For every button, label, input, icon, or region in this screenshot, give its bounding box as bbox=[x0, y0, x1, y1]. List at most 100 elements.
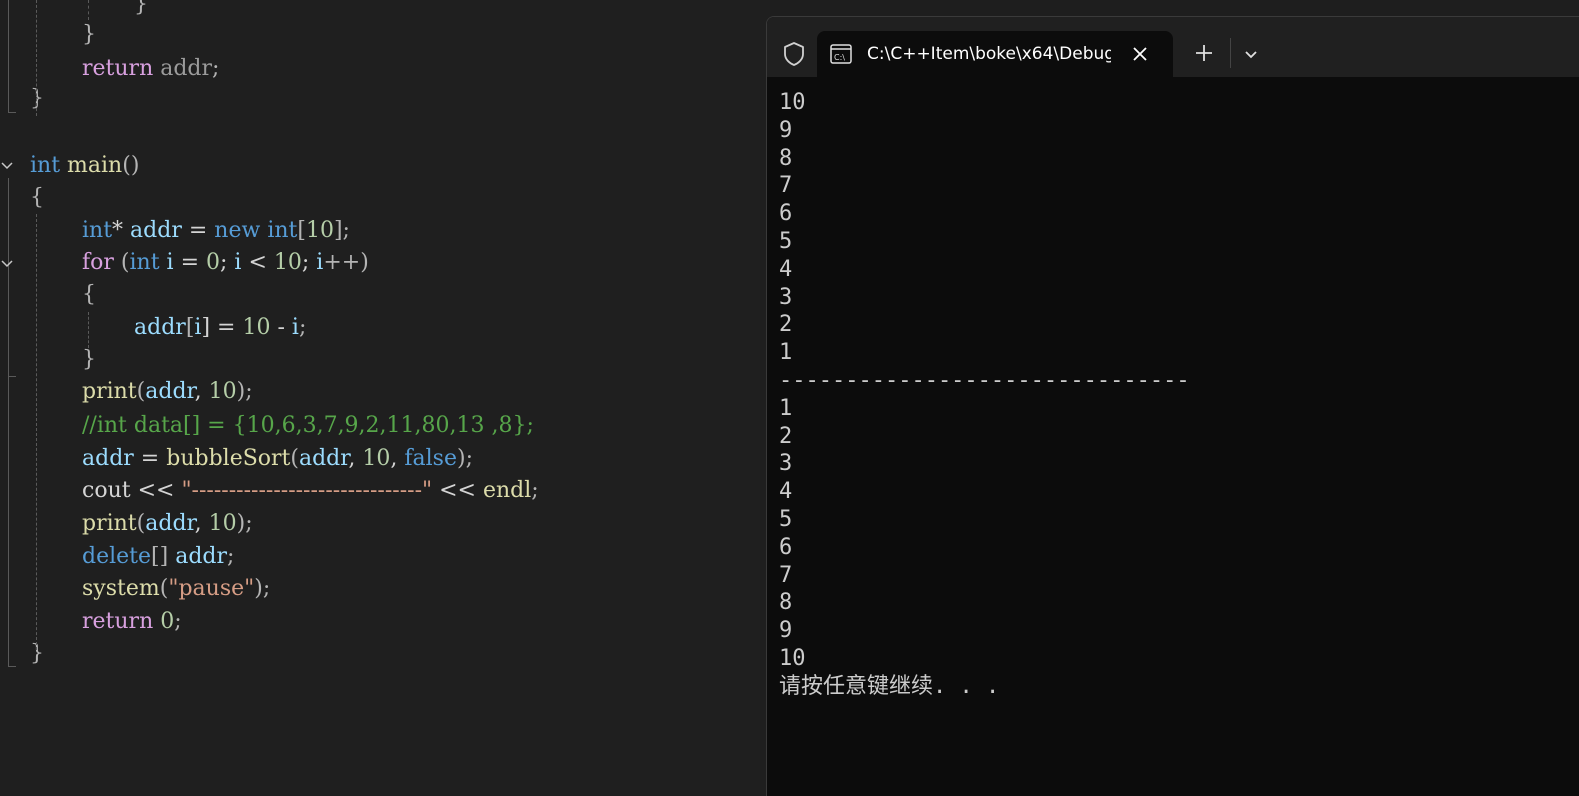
code-line: cout << "-------------------------------… bbox=[82, 475, 539, 507]
console-output[interactable]: 10 9 8 7 6 5 4 3 2 1 -----------------------------… bbox=[779, 89, 1569, 701]
code-line: addr = bubbleSort(addr, 10, false); bbox=[82, 443, 473, 475]
terminal-tab[interactable]: C:\ C:\C++Item\boke\x64\Debug\ bbox=[817, 31, 1173, 77]
code-token: ); bbox=[254, 576, 271, 601]
console-line: 3 bbox=[779, 451, 793, 477]
code-token: delete bbox=[82, 544, 152, 569]
console-line: 5 bbox=[779, 506, 793, 532]
console-line: 10 bbox=[779, 90, 806, 115]
code-token: false bbox=[404, 446, 457, 471]
code-line: for (int i = 0; i < 10; i++) bbox=[82, 247, 369, 279]
console-line: 6 bbox=[779, 201, 793, 227]
code-token: { bbox=[30, 185, 44, 210]
code-token: ++) bbox=[323, 250, 369, 275]
code-token: ; bbox=[227, 544, 235, 569]
code-token: = bbox=[173, 250, 206, 275]
indent-guide bbox=[36, 214, 37, 650]
code-token: int bbox=[267, 218, 298, 243]
code-line: system("pause"); bbox=[82, 573, 270, 605]
code-token: addr bbox=[153, 56, 213, 81]
fold-chevron-icon[interactable] bbox=[0, 159, 14, 173]
tab-title: C:\C++Item\boke\x64\Debug\ bbox=[867, 44, 1111, 64]
code-token: 0 bbox=[206, 250, 220, 275]
code-token: * bbox=[112, 218, 131, 243]
code-token: 10 bbox=[362, 446, 391, 471]
code-line: { bbox=[82, 279, 96, 311]
code-token: 10 bbox=[208, 511, 237, 536]
code-token: ( bbox=[113, 250, 130, 275]
console-line: 5 bbox=[779, 228, 793, 254]
code-token: 10 bbox=[273, 250, 302, 275]
code-editor[interactable]: }} return addr;} int main(){int* addr = ne… bbox=[0, 0, 770, 795]
fold-chevron-icon[interactable] bbox=[0, 257, 14, 271]
code-token: ; bbox=[298, 315, 307, 340]
tab-bar-divider bbox=[1230, 38, 1231, 68]
code-token: ( bbox=[290, 446, 299, 471]
code-token: int bbox=[129, 250, 160, 275]
code-line: } bbox=[30, 83, 44, 115]
code-token: ); bbox=[236, 511, 253, 536]
code-token: bubbleSort bbox=[166, 446, 291, 471]
code-line: addr[i] = 10 - i; bbox=[134, 312, 306, 344]
console-line: 7 bbox=[779, 562, 793, 588]
code-token: for bbox=[82, 250, 114, 275]
console-line: 8 bbox=[779, 145, 793, 171]
outline-guide bbox=[8, 0, 9, 112]
code-token: 10 bbox=[305, 218, 334, 243]
console-line: 7 bbox=[779, 173, 793, 199]
code-token: ); bbox=[236, 379, 253, 404]
console-line: 10 bbox=[779, 645, 806, 671]
code-token: print bbox=[82, 379, 137, 404]
code-token: , bbox=[194, 511, 209, 536]
code-token: , bbox=[194, 379, 209, 404]
code-token: cout bbox=[82, 478, 131, 503]
console-line: 2 bbox=[779, 423, 793, 449]
outline-guide bbox=[8, 178, 9, 666]
shield-icon bbox=[781, 41, 807, 67]
code-token: , bbox=[390, 446, 405, 471]
terminal-window: C:\ C:\C++Item\boke\x64\Debug\ 10 9 8 7 6 5 4 3… bbox=[766, 16, 1579, 796]
console-line: 3 bbox=[779, 284, 793, 310]
terminal-tab-bar: C:\ C:\C++Item\boke\x64\Debug\ bbox=[767, 17, 1579, 77]
code-token: int bbox=[30, 153, 61, 178]
code-token: [] bbox=[151, 544, 176, 569]
code-token: ; bbox=[301, 250, 317, 275]
code-token: } bbox=[134, 0, 148, 17]
outline-guide-end bbox=[8, 666, 16, 667]
code-line: } bbox=[30, 638, 44, 670]
code-token: system bbox=[82, 576, 160, 601]
code-token: ; bbox=[212, 56, 220, 81]
code-line: //int data[] = {10,6,3,7,9,2,11,80,13 ,8… bbox=[82, 410, 534, 442]
console-line: 9 bbox=[779, 117, 793, 143]
code-token: "pause" bbox=[168, 576, 255, 601]
console-line: 8 bbox=[779, 590, 793, 616]
indent-guide bbox=[36, 0, 37, 116]
console-line: 4 bbox=[779, 256, 793, 282]
chevron-down-icon[interactable] bbox=[1241, 44, 1261, 64]
code-token: ; bbox=[174, 609, 182, 634]
code-token: main bbox=[67, 153, 123, 178]
code-token: i bbox=[166, 250, 174, 275]
code-line: } bbox=[134, 0, 148, 21]
code-token: < bbox=[241, 250, 274, 275]
console-line: 9 bbox=[779, 618, 793, 644]
outline-guide-end bbox=[8, 376, 16, 377]
close-icon[interactable] bbox=[1131, 45, 1149, 63]
console-line: 1 bbox=[779, 340, 793, 366]
code-token: int bbox=[82, 218, 113, 243]
code-line: int* addr = new int[10]; bbox=[82, 215, 350, 247]
console-line: 4 bbox=[779, 479, 793, 505]
plus-icon[interactable] bbox=[1192, 41, 1216, 65]
code-token: - bbox=[270, 315, 292, 340]
code-line: return 0; bbox=[82, 606, 182, 638]
code-token: } bbox=[82, 22, 96, 47]
code-line: return addr; bbox=[82, 53, 219, 85]
code-token: "-------------------------------" bbox=[181, 478, 433, 503]
indent-guide bbox=[88, 312, 89, 348]
console-line: 2 bbox=[779, 312, 793, 338]
code-token: << bbox=[130, 478, 182, 503]
outline-guide-end bbox=[8, 112, 16, 113]
console-line: 请按任意键继续. . . bbox=[779, 673, 1000, 699]
code-token: return bbox=[82, 609, 154, 634]
code-token: << bbox=[432, 478, 483, 503]
